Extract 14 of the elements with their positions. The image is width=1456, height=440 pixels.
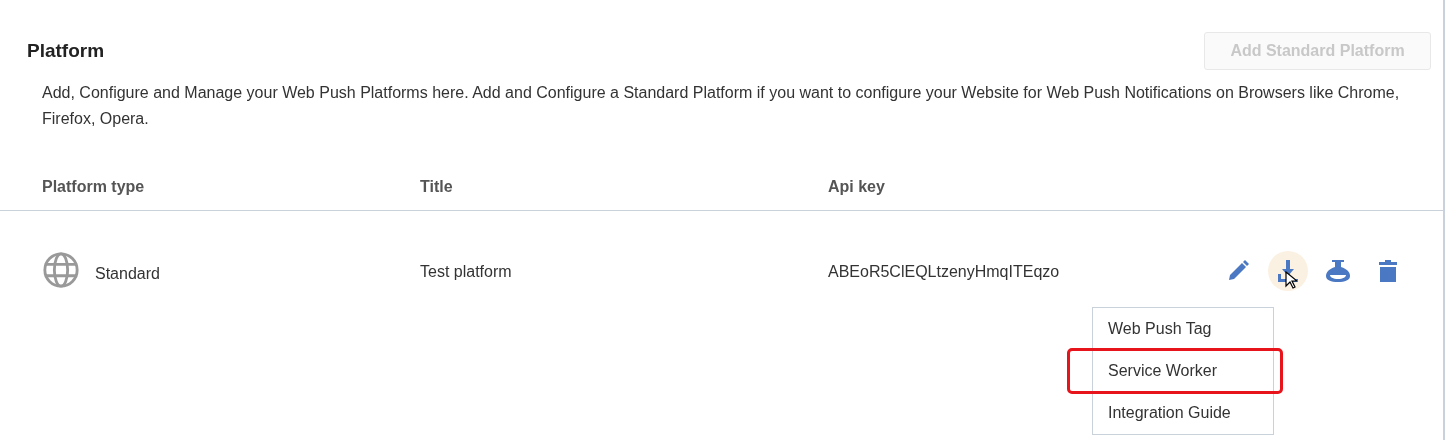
menu-item[interactable]: Web Push Tag [1093,308,1273,350]
description: Add, Configure and Manage your Web Push Platforms here. Add and Configure a Standard Platform if you want to configure your Website for Web Push Notifications on Browsers like Chrome, Firefox, Opera. [42,83,1401,129]
section-title: Platform [27,40,105,62]
cursor-icon [1285,271,1297,289]
table-cell-text: Standard [95,264,160,283]
globe-icon [42,251,80,289]
column-header: Title [420,178,454,196]
table-cell: Test platform [420,263,512,281]
column-header: Api key [828,178,886,196]
menu-item[interactable]: Service Worker [1069,350,1281,392]
column-header: Platform type [42,178,146,196]
menu-item[interactable]: Integration Guide [1093,392,1273,434]
table-cell: ABEoR5ClEQLtzenyHmqITEqzo [828,263,1060,281]
download-icon[interactable] [1268,251,1308,291]
